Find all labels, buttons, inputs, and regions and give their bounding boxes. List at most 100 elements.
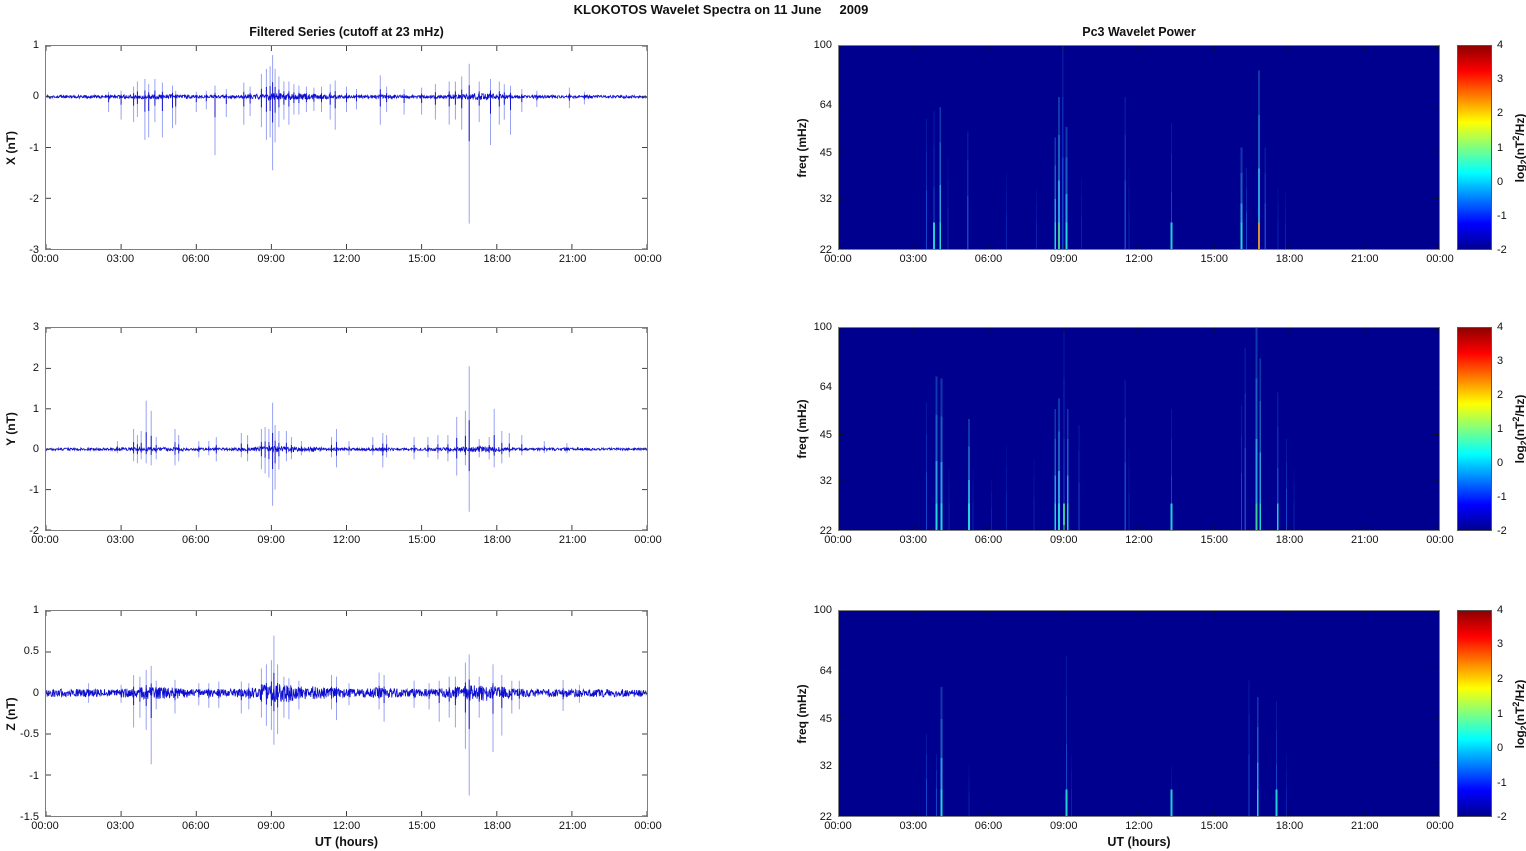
x-tick-label: 18:00 <box>483 253 512 265</box>
y-tick-label: 100 <box>813 321 832 333</box>
freq-tick-labels: 100 64 45 32 22 <box>794 321 838 537</box>
x-tick-label: 18:00 <box>483 534 512 546</box>
colorbar-tick-label: 1 <box>1497 423 1504 435</box>
spectrogram-svg <box>839 328 1439 530</box>
freq-tick-labels: 100 64 45 32 22 <box>794 604 838 823</box>
ut-hours-label: UT (hours) <box>1107 835 1171 849</box>
figure-canvas: KLOKOTOS Wavelet Spectra on 11 June 2009… <box>0 0 1526 851</box>
colorbar-unit-label: log2(nT2/Hz) <box>1510 113 1526 182</box>
x-tick-label: 00:00 <box>824 253 852 265</box>
x-tick-label: 15:00 <box>408 253 436 265</box>
x-tick-label: 12:00 <box>1125 820 1153 832</box>
x-tick-label: 09:00 <box>1049 534 1078 546</box>
z-timeseries-plot <box>45 610 648 817</box>
colorbar-tick-label: 4 <box>1497 321 1504 333</box>
x-tick-label: 06:00 <box>974 534 1003 546</box>
x-tick-label: 21:00 <box>558 534 587 546</box>
x-spectrogram-panel: Pc3 Wavelet Power freq (mHz) 100 64 45 32 22… <box>795 25 1454 265</box>
x-tick-label: 15:00 <box>408 820 436 832</box>
freq-tick-labels: 100 64 45 32 22 <box>794 39 838 256</box>
timeseries-svg <box>46 328 647 530</box>
y-spectrogram-plot <box>838 327 1440 531</box>
y-tick-label: 0.5 <box>23 645 39 658</box>
y-timeseries-plot <box>45 327 648 531</box>
colorbar-tick-label: 3 <box>1497 354 1504 367</box>
colorbar-tick-label: -1 <box>1497 209 1507 222</box>
x-tick-label: 21:00 <box>558 820 587 832</box>
colorbar-tick-label: 2 <box>1497 388 1504 401</box>
x-timeseries-panel: Filtered Series (cutoff at 23 mHz) X (nT… <box>4 25 662 265</box>
y-timeseries-panel: Y (nT) 3 2 1 0 -1 -2 00:00 03:00 06:00 09:00 12:0… <box>4 321 662 546</box>
wavelet-power-title: Pc3 Wavelet Power <box>1082 25 1196 39</box>
y-tick-label: 2 <box>32 361 39 374</box>
x-timeseries-plot <box>45 45 648 250</box>
x-tick-label: 21:00 <box>1350 534 1379 546</box>
y-tick-label: 45 <box>819 147 832 160</box>
y-tick-label: 100 <box>813 39 832 51</box>
colorbar-x: 4 3 2 1 0 -1 -2 log2(nT2/Hz) <box>1457 39 1526 256</box>
x-tick-label: 00:00 <box>1426 253 1454 265</box>
y-tick-label: 100 <box>813 604 832 616</box>
colorbar-tick-label: -2 <box>1497 525 1507 537</box>
ut-hours-label: UT (hours) <box>314 835 379 849</box>
y-tick-label: 0 <box>32 443 39 456</box>
colorbar-tick-label: 1 <box>1497 707 1504 720</box>
x-tick-label: 00:00 <box>634 534 662 546</box>
colorbar-unit-label: log2(nT2/Hz) <box>1510 394 1526 464</box>
colorbar-unit-label: log2(nT2/Hz) <box>1510 679 1526 748</box>
x-tick-label: 03:00 <box>106 820 135 832</box>
y-tick-label: -1 <box>29 769 39 782</box>
x-tick-label: 09:00 <box>1049 253 1078 265</box>
x-tick-label: 00:00 <box>31 253 59 265</box>
y-tick-label: 1 <box>32 39 39 51</box>
x-tick-label: 09:00 <box>1049 820 1078 832</box>
z-spectrogram-panel: freq (mHz) 100 64 45 32 22 00:00 03:00 06:00 09… <box>795 604 1454 849</box>
colorbar-tick-label: 4 <box>1497 604 1504 616</box>
y-tick-label: 32 <box>819 474 832 487</box>
x-tick-label: 00:00 <box>31 534 59 546</box>
x-tick-label: 09:00 <box>257 534 285 546</box>
colorbar-tick-label: -1 <box>1497 776 1507 789</box>
x-tick-label: 21:00 <box>1350 253 1379 265</box>
x-tick-label: 03:00 <box>106 253 135 265</box>
y-tick-label: 64 <box>819 381 832 394</box>
y-spectrogram-panel: freq (mHz) 100 64 45 32 22 00:00 03:00 06:00 09… <box>795 321 1454 546</box>
x-tick-label: 00:00 <box>634 253 662 265</box>
y-tick-label: -2 <box>29 192 39 205</box>
y-tick-label: 45 <box>819 428 832 441</box>
y-tick-label: 32 <box>819 759 832 772</box>
x-tick-label: 21:00 <box>558 253 587 265</box>
colorbar-tick-label: 0 <box>1497 456 1504 469</box>
x-tick-label: 00:00 <box>1426 534 1454 546</box>
x-tick-label: 12:00 <box>332 820 361 832</box>
x-tick-label: 06:00 <box>181 820 210 832</box>
colorbar-z: 4 3 2 1 0 -1 -2 log2(nT2/Hz) <box>1457 604 1526 823</box>
colorbar-gradient <box>1457 45 1492 250</box>
x-tick-label: 06:00 <box>974 820 1003 832</box>
y-tick-label: 64 <box>819 665 832 677</box>
x-tick-label: 09:00 <box>257 820 285 832</box>
y-tick-label: 64 <box>819 99 832 112</box>
colorbar-tick-label: -1 <box>1497 491 1507 503</box>
x-tick-label: 18:00 <box>1275 253 1304 265</box>
colorbar-tick-label: 0 <box>1497 741 1504 754</box>
x-tick-label: 00:00 <box>824 820 852 832</box>
x-tick-label: 15:00 <box>1200 253 1229 265</box>
x-tick-label: 15:00 <box>1200 820 1229 832</box>
colorbar-label-wrap: log2(nT2/Hz) <box>1510 327 1526 531</box>
spectrogram-svg <box>839 46 1439 249</box>
y-tick-label: 0 <box>32 90 39 103</box>
timeseries-svg <box>46 46 647 249</box>
colorbar-tick-label: 1 <box>1497 141 1504 154</box>
spectrogram-svg <box>839 611 1439 816</box>
colorbar-label-wrap: log2(nT2/Hz) <box>1510 45 1526 250</box>
colorbar-tick-label: 3 <box>1497 638 1504 651</box>
x-tick-label: 03:00 <box>106 534 135 546</box>
x-tick-label: 00:00 <box>824 534 852 546</box>
x-tick-label: 18:00 <box>1275 534 1304 546</box>
y-tick-labels: 1 0.5 0 -0.5 -1 -1.5 <box>1 604 45 823</box>
y-tick-label: -1 <box>29 484 39 497</box>
x-tick-label: 00:00 <box>31 820 59 832</box>
x-spectrogram-plot <box>838 45 1440 250</box>
x-tick-labels: 00:00 03:00 06:00 09:00 12:00 15:00 18:00 21:00… <box>824 817 1454 835</box>
